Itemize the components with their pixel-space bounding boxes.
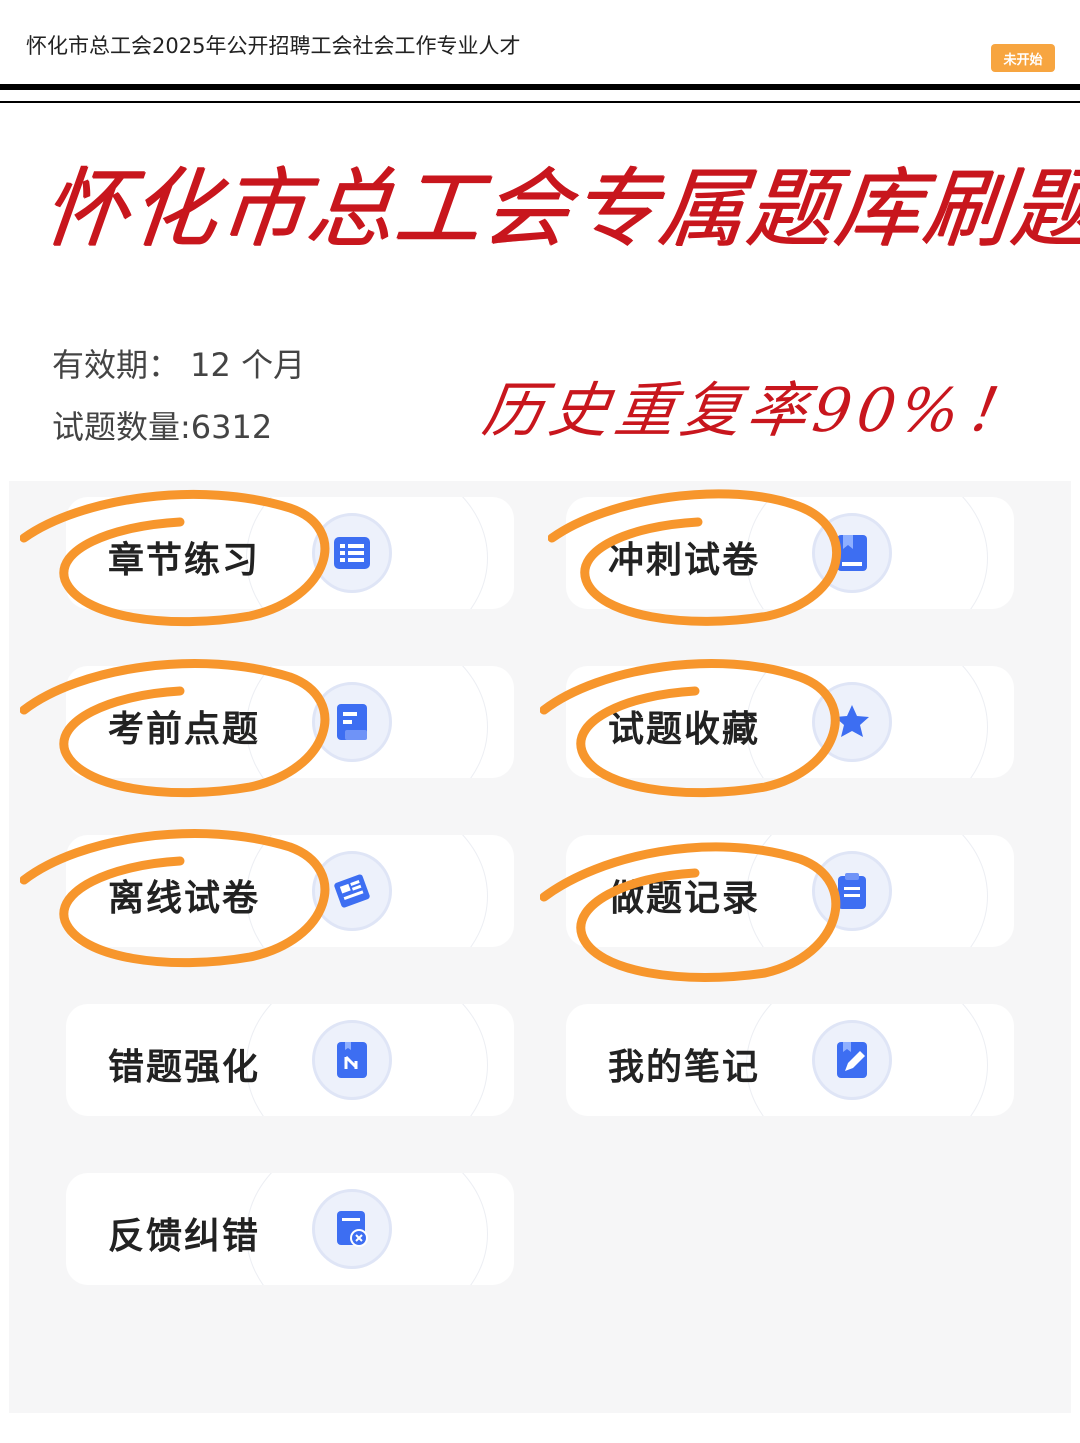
divider-thick [0,84,1080,90]
download-paper-icon [312,851,392,931]
menu-item-favorites[interactable]: 试题收藏 [566,666,1014,778]
divider-thin [0,101,1080,103]
menu-item-offline-paper[interactable]: 离线试卷 [66,835,514,947]
tagline: 历史重复率90%！ [478,376,1036,446]
menu-item-chapter-practice[interactable]: 章节练习 [66,497,514,609]
menu-item-label: 考前点题 [108,709,261,750]
bookmark-branch-icon [312,1020,392,1100]
bookmark-icon [812,513,892,593]
clipboard-icon [812,851,892,931]
menu-item-label: 试题收藏 [608,709,761,750]
note-edit-icon [812,1020,892,1100]
question-count-text: 试题数量:6312 [52,408,273,446]
menu-item-my-notes[interactable]: 我的笔记 [566,1004,1014,1116]
menu-item-label: 章节练习 [108,540,261,581]
menu-item-label: 反馈纠错 [108,1216,261,1257]
validity-text: 有效期： 12 个月 [52,346,306,384]
star-icon [812,682,892,762]
exam-title: 怀化市总工会2025年公开招聘工会社会工作专业人才 [26,34,521,58]
menu-grid: 章节练习 冲刺试卷 考前点题 试题收藏 离线试卷 做题记录 错题强化 我的笔记 … [9,481,1071,1413]
menu-item-label: 错题强化 [108,1047,261,1088]
menu-item-practice-record[interactable]: 做题记录 [566,835,1014,947]
menu-item-label: 离线试卷 [108,878,261,919]
menu-item-label: 我的笔记 [608,1047,761,1088]
top-bar: 怀化市总工会2025年公开招聘工会社会工作专业人才 未开始 [0,0,1080,86]
menu-item-wrong-questions[interactable]: 错题强化 [66,1004,514,1116]
status-badge: 未开始 [991,44,1055,72]
menu-item-pre-exam-tips[interactable]: 考前点题 [66,666,514,778]
menu-item-sprint-paper[interactable]: 冲刺试卷 [566,497,1014,609]
feedback-error-icon [312,1189,392,1269]
headline: 怀化市总工会专属题库刷题 [37,159,1080,259]
list-icon [312,513,392,593]
document-icon [312,682,392,762]
menu-item-feedback[interactable]: 反馈纠错 [66,1173,514,1285]
menu-item-label: 做题记录 [608,878,761,919]
menu-item-label: 冲刺试卷 [608,540,761,581]
